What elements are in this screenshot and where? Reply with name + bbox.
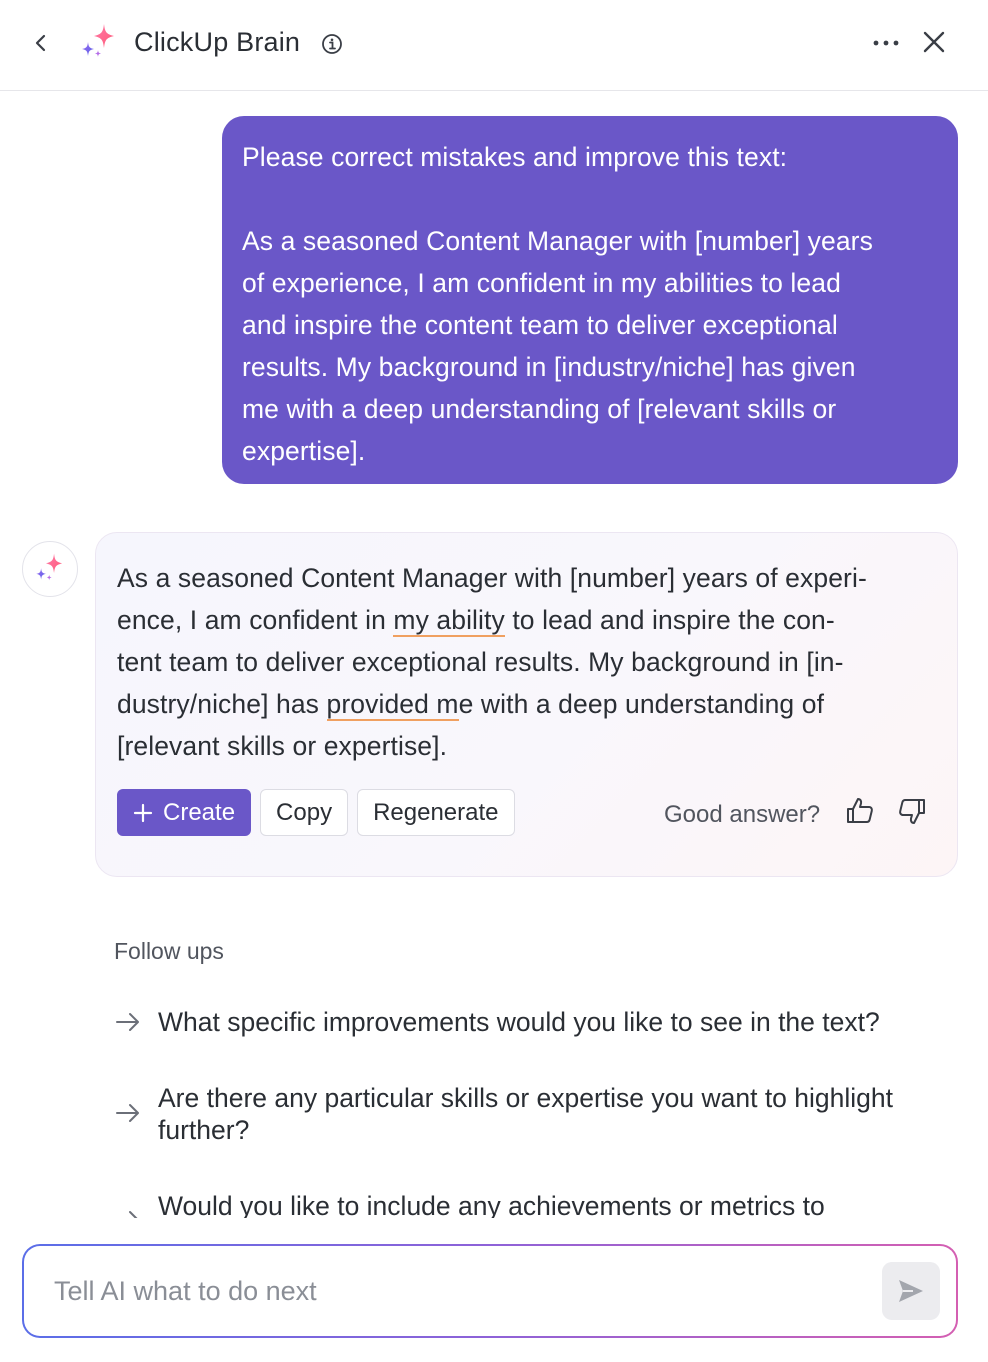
- follow-up-text: further?: [158, 1115, 250, 1145]
- response-actions: Create Copy Regenerate: [117, 789, 515, 836]
- prompt-input[interactable]: [54, 1268, 854, 1314]
- more-options-button[interactable]: [868, 28, 904, 58]
- create-button-label: Create: [163, 798, 236, 826]
- ai-response-line: [relevant skills or expertise].: [117, 731, 448, 761]
- ai-text-span: ence, I am confident in: [117, 605, 394, 635]
- info-icon[interactable]: [320, 32, 344, 56]
- ai-text-span: dustry/niche] has: [117, 689, 327, 719]
- user-message-bubble: Please correct mistakes and improve this…: [222, 116, 958, 484]
- user-message-line: Please correct mistakes and improve this…: [242, 142, 788, 172]
- ai-response-line: As a seasoned Content Manager with [numb…: [117, 563, 867, 593]
- arrow-right-icon: [116, 1013, 139, 1031]
- ai-response-card: As a seasoned Content Manager with [numb…: [95, 532, 958, 877]
- prompt-input-container: [22, 1244, 958, 1338]
- ai-avatar: [22, 541, 78, 597]
- arrow-right-icon: [116, 1104, 139, 1122]
- chat-header: ClickUp Brain: [0, 0, 988, 91]
- user-message-line: and inspire the content team to deliver …: [242, 310, 838, 340]
- ai-response-line: ence, I am confident in my ability to le…: [117, 599, 947, 641]
- user-message-line: me with a deep understanding of [relevan…: [242, 394, 837, 424]
- user-message-blank-line: [242, 178, 938, 220]
- page-title: ClickUp Brain: [134, 27, 301, 57]
- close-button[interactable]: [918, 26, 950, 58]
- thumbs-up-icon[interactable]: [844, 795, 876, 827]
- user-message-line: As a seasoned Content Manager with [numb…: [242, 226, 873, 256]
- follow-up-item[interactable]: Are there any particular skills or exper…: [114, 1080, 980, 1150]
- copy-button-label: Copy: [276, 798, 333, 826]
- user-message-line: of experience, I am confident in my abil…: [242, 268, 841, 298]
- follow-up-text: What specific improvements would you lik…: [158, 1007, 880, 1037]
- back-button[interactable]: [26, 28, 56, 58]
- regenerate-button[interactable]: Regenerate: [357, 789, 515, 836]
- ellipsis-icon: [873, 40, 899, 46]
- thumbs-down-icon[interactable]: [896, 795, 928, 827]
- close-icon: [923, 31, 945, 53]
- follow-up-text: Are there any particular skills or exper…: [158, 1083, 893, 1113]
- create-button[interactable]: Create: [117, 789, 252, 836]
- sparkle-icon: [82, 24, 114, 57]
- ai-response-line: dustry/niche] has provided me with a dee…: [117, 683, 947, 725]
- send-button[interactable]: [882, 1262, 940, 1320]
- copy-button[interactable]: Copy: [260, 789, 349, 836]
- suggested-edit-highlight: my ability: [393, 605, 505, 637]
- chevron-left-icon: [35, 34, 46, 52]
- user-message-line: results. My background in [industry/nich…: [242, 352, 856, 382]
- regenerate-button-label: Regenerate: [373, 798, 499, 826]
- ai-response-line: tent team to deliver exceptional results…: [117, 647, 844, 677]
- prompt-input-inner: [24, 1246, 956, 1336]
- suggested-edit-highlight: provided m: [326, 689, 459, 721]
- follow-ups-title: Follow ups: [114, 938, 224, 964]
- plus-icon: [133, 803, 153, 822]
- sparkle-icon: [36, 553, 63, 581]
- feedback-label: Good answer?: [664, 801, 821, 828]
- send-icon: [899, 1280, 923, 1302]
- follow-up-item[interactable]: What specific improvements would you lik…: [114, 1004, 980, 1044]
- ai-response-text: As a seasoned Content Manager with [numb…: [117, 557, 947, 767]
- ai-text-span: to lead and inspire the con-: [504, 605, 835, 635]
- ai-text-span: e with a deep understanding of: [458, 689, 825, 719]
- user-message-line: expertise].: [242, 436, 366, 466]
